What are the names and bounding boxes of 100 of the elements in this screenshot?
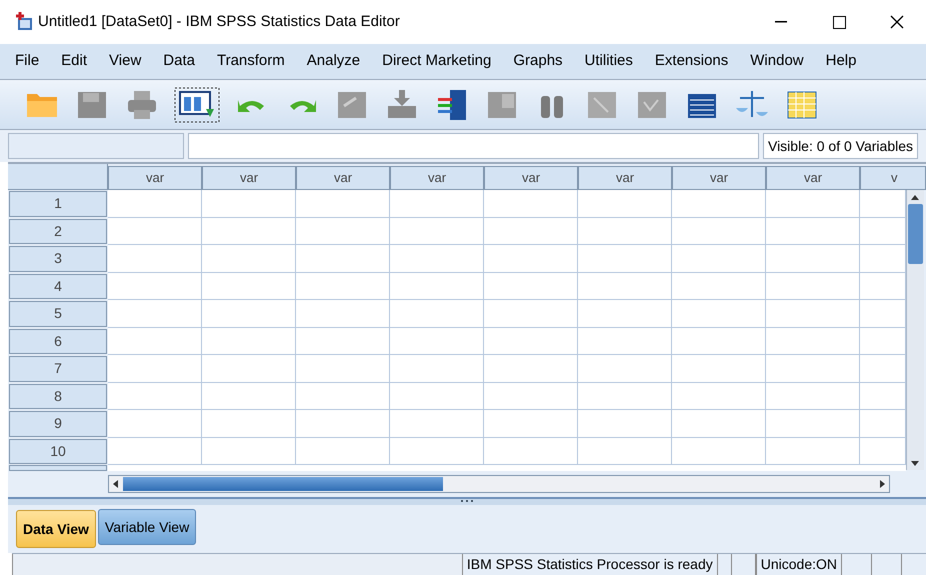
row-header[interactable]: 2 — [9, 218, 107, 244]
row-header[interactable]: 5 — [9, 301, 107, 326]
data-cell[interactable] — [202, 218, 296, 245]
data-cell[interactable] — [860, 410, 906, 438]
data-cell[interactable] — [390, 438, 484, 465]
data-cell[interactable] — [578, 245, 672, 272]
data-cell[interactable] — [202, 245, 296, 272]
data-cell[interactable] — [108, 382, 202, 410]
data-cell[interactable] — [484, 328, 578, 355]
data-cell[interactable] — [390, 355, 484, 382]
row-header[interactable]: 1 — [9, 191, 107, 216]
data-cell[interactable] — [108, 218, 202, 245]
vertical-scrollbar[interactable] — [906, 190, 924, 470]
data-cell[interactable] — [766, 355, 860, 382]
data-cell[interactable] — [296, 245, 390, 272]
data-cell[interactable] — [390, 218, 484, 245]
data-cell[interactable] — [390, 328, 484, 355]
row-header[interactable]: 10 — [9, 438, 107, 464]
data-cell[interactable] — [108, 410, 202, 438]
data-cell[interactable] — [202, 410, 296, 438]
column-header[interactable]: var — [484, 166, 578, 190]
data-cell[interactable] — [296, 355, 390, 382]
data-cell[interactable] — [672, 272, 766, 300]
data-cell[interactable] — [296, 438, 390, 465]
data-cell[interactable] — [484, 245, 578, 272]
data-cell[interactable] — [766, 410, 860, 438]
data-cell[interactable] — [578, 410, 672, 438]
data-cell[interactable] — [766, 328, 860, 355]
data-cell[interactable] — [860, 438, 906, 465]
menu-item[interactable]: Utilities — [576, 50, 642, 73]
menu-item[interactable]: Help — [816, 50, 866, 73]
menu-item[interactable]: View — [100, 50, 150, 73]
row-header[interactable]: 4 — [9, 274, 107, 299]
data-cell[interactable] — [672, 218, 766, 245]
data-cell[interactable] — [766, 438, 860, 465]
data-cell[interactable] — [860, 355, 906, 382]
data-cell[interactable] — [108, 190, 202, 218]
menu-item[interactable]: Analyze — [298, 50, 370, 73]
data-cell[interactable] — [672, 328, 766, 355]
data-cell[interactable] — [672, 382, 766, 410]
data-cell[interactable] — [296, 300, 390, 328]
data-cell[interactable] — [672, 190, 766, 218]
data-cell[interactable] — [766, 382, 860, 410]
data-cell[interactable] — [766, 300, 860, 328]
data-cell[interactable] — [108, 328, 202, 355]
data-cell[interactable] — [390, 300, 484, 328]
data-cell[interactable] — [672, 410, 766, 438]
data-cell[interactable] — [484, 382, 578, 410]
column-header[interactable]: var — [296, 166, 390, 190]
data-cell[interactable] — [202, 355, 296, 382]
cell-value-field[interactable] — [188, 133, 759, 159]
column-header[interactable]: var — [578, 166, 672, 190]
row-header[interactable]: 9 — [9, 411, 107, 436]
data-cell[interactable] — [108, 245, 202, 272]
data-cell[interactable] — [860, 382, 906, 410]
data-cell[interactable] — [578, 382, 672, 410]
scroll-thumb[interactable] — [123, 477, 443, 491]
menu-item[interactable]: Edit — [52, 50, 96, 73]
data-cell[interactable] — [766, 272, 860, 300]
data-cell[interactable] — [296, 190, 390, 218]
corner-header[interactable] — [8, 164, 108, 190]
data-cell[interactable] — [860, 300, 906, 328]
data-cell[interactable] — [766, 218, 860, 245]
data-cell[interactable] — [296, 382, 390, 410]
column-header[interactable]: var — [202, 166, 296, 190]
data-cell[interactable] — [578, 272, 672, 300]
data-cell[interactable] — [860, 328, 906, 355]
data-cell[interactable] — [860, 218, 906, 245]
data-cell[interactable] — [296, 272, 390, 300]
data-cell[interactable] — [108, 438, 202, 465]
data-cell[interactable] — [578, 300, 672, 328]
menu-item[interactable]: Window — [741, 50, 813, 73]
data-cell[interactable] — [296, 410, 390, 438]
data-cell[interactable] — [672, 355, 766, 382]
dialog-recall-icon[interactable] — [174, 86, 220, 122]
menu-item[interactable]: File — [6, 50, 48, 73]
data-cell[interactable] — [202, 272, 296, 300]
menu-item[interactable]: Direct Marketing — [373, 50, 500, 73]
data-cell[interactable] — [202, 382, 296, 410]
data-cell[interactable] — [202, 190, 296, 218]
data-cell[interactable] — [108, 300, 202, 328]
data-cell[interactable] — [860, 272, 906, 300]
splitter-grip-icon[interactable] — [460, 499, 474, 503]
data-cell[interactable] — [484, 410, 578, 438]
data-cell[interactable] — [202, 438, 296, 465]
menu-item[interactable]: Graphs — [504, 50, 572, 73]
data-cell[interactable] — [860, 245, 906, 272]
row-header[interactable]: 3 — [9, 246, 107, 272]
data-cell[interactable] — [484, 190, 578, 218]
column-header[interactable]: var — [390, 166, 484, 190]
data-cell[interactable] — [296, 328, 390, 355]
data-cell[interactable] — [108, 272, 202, 300]
menu-item[interactable]: Data — [154, 50, 204, 73]
row-header[interactable]: 8 — [9, 384, 107, 409]
view-tab[interactable]: Data View — [16, 510, 96, 548]
data-cell[interactable] — [860, 190, 906, 218]
column-header[interactable]: v — [860, 166, 926, 190]
row-header[interactable]: 6 — [9, 328, 107, 354]
data-cell[interactable] — [578, 328, 672, 355]
data-cell[interactable] — [578, 355, 672, 382]
